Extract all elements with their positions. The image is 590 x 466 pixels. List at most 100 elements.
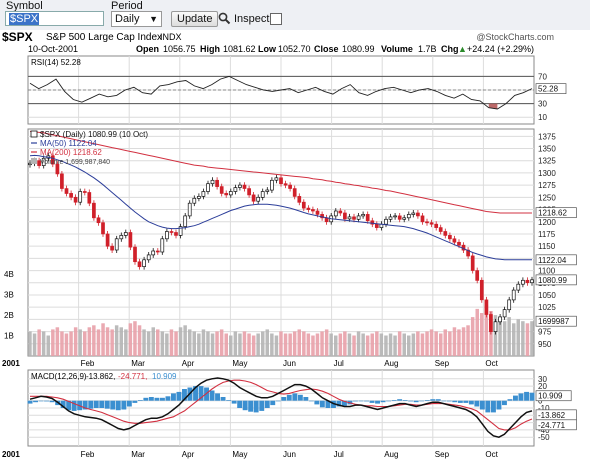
price-tick-label: 1375 — [538, 132, 556, 141]
macd-histogram-bar — [463, 400, 469, 403]
volume-tick-label: 4B — [4, 270, 14, 279]
price-candle-body — [137, 261, 142, 268]
price-legend-item: Volume 1,699,987,840 — [40, 159, 110, 166]
x-tick-label: Apr — [182, 450, 195, 459]
price-tick-label: 1200 — [538, 218, 556, 227]
price-tick-label: 975 — [538, 328, 552, 337]
macd-histogram-bar — [281, 397, 287, 401]
macd-histogram-bar — [391, 400, 397, 401]
macd-histogram-bar — [171, 393, 176, 401]
price-candle-body — [201, 191, 206, 197]
price-tick-label: 1275 — [538, 181, 556, 190]
volume-bar — [521, 321, 525, 356]
price-candle-body — [406, 214, 411, 219]
x-tick-label: Sep — [435, 359, 450, 368]
macd-histogram-bar — [115, 400, 121, 411]
price-candle-body — [279, 177, 283, 185]
stock-chart: $SPX S&P 500 Large Cap Index INDX @Stock… — [0, 30, 590, 461]
macd-histogram-bar — [468, 400, 474, 405]
volume-bar — [165, 333, 169, 356]
price-legend-item: $SPX (Daily) 1080.99 (10 Oct) — [40, 130, 148, 139]
price-candle-body — [64, 188, 69, 194]
macd-histogram-bar — [353, 400, 358, 402]
price-candle-body — [438, 227, 443, 232]
macd-legend-hist: 10.909 — [152, 372, 177, 381]
price-legend-item: MA(200) 1218.62 — [40, 148, 102, 157]
macd-histogram-bar — [319, 400, 325, 408]
symbol-input[interactable]: $SPX — [5, 11, 104, 26]
volume-bar — [201, 329, 206, 356]
price-candle-body — [343, 212, 347, 220]
x-tick-label: Feb — [81, 450, 95, 459]
price-candle-body — [265, 189, 270, 192]
macd-histogram-bar — [27, 400, 33, 404]
price-candle-body — [133, 246, 137, 263]
volume-bar — [151, 327, 155, 356]
volume-bar — [137, 325, 142, 356]
volume-tick-label: 3B — [4, 291, 14, 300]
volume-bar — [279, 331, 283, 356]
macd-histogram-bar — [143, 397, 149, 401]
rsi-tick-label: 30 — [538, 100, 547, 109]
header-symbol: $SPX — [2, 30, 33, 44]
price-candle-body — [78, 191, 83, 203]
price-candle-body — [228, 191, 233, 196]
x-tick-label: Jul — [334, 450, 344, 459]
price-candle-body — [388, 216, 393, 220]
volume-bar — [343, 331, 347, 356]
volume-bar — [452, 327, 457, 356]
price-tick-label: 1050 — [538, 291, 556, 300]
volume-bar — [256, 333, 260, 356]
volume-bar — [78, 329, 82, 356]
macd-histogram-bar — [529, 392, 535, 401]
price-candle-body — [206, 183, 210, 192]
price-candle-body — [397, 215, 402, 220]
macd-histogram-bar — [286, 394, 292, 401]
price-legend-swatch — [31, 158, 37, 164]
price-candle-body — [498, 316, 502, 323]
price-candle-body — [292, 188, 297, 197]
macd-histogram-bar — [121, 400, 127, 410]
volume-bar — [28, 331, 32, 356]
volume-bar — [283, 333, 288, 356]
macd-histogram-bar — [491, 400, 496, 413]
price-candle-body — [219, 186, 224, 194]
price-candle-body — [87, 192, 92, 204]
macd-histogram-bar — [358, 400, 364, 402]
rsi-tick-label: 10 — [538, 113, 547, 122]
update-button[interactable]: Update — [171, 11, 219, 27]
ma200-last-value: 1218.62 — [538, 209, 567, 218]
price-candle-body — [402, 217, 407, 220]
period-select[interactable]: Daily ▼ — [111, 11, 162, 27]
price-candle-body — [274, 177, 279, 181]
macd-histogram-bar — [419, 400, 425, 402]
price-candle-body — [73, 196, 78, 203]
volume-bar — [393, 335, 397, 356]
price-candle-body — [155, 250, 160, 253]
price-candle-body — [516, 283, 521, 291]
x-tick-label: Jun — [283, 359, 296, 368]
price-candle-body — [374, 223, 379, 228]
volume-bar — [365, 335, 370, 356]
volume-bar — [384, 335, 388, 356]
volume-bar — [420, 333, 425, 356]
volume-bar — [516, 319, 520, 356]
close-last-value: 1080.99 — [538, 276, 567, 285]
volume-bar — [133, 321, 137, 356]
price-candle-body — [183, 215, 188, 227]
volume-bar — [156, 329, 160, 356]
volume-bar — [434, 331, 438, 356]
macd-histogram-bar — [524, 391, 529, 401]
volume-bar — [315, 333, 320, 356]
macd-histogram-bar — [479, 400, 485, 410]
price-candle-body — [443, 231, 448, 236]
volume-bar — [169, 329, 174, 356]
volume-bar — [334, 335, 338, 356]
price-candle-body — [457, 241, 461, 246]
volume-bar — [183, 325, 187, 356]
volume-bar — [411, 333, 416, 356]
macd-tick-label: -50 — [538, 433, 550, 442]
inspect-checkbox[interactable] — [270, 13, 282, 25]
volume-bar — [64, 333, 69, 356]
toolbar: Symbol $SPX Period Daily ▼ Update Inspec… — [0, 0, 590, 30]
